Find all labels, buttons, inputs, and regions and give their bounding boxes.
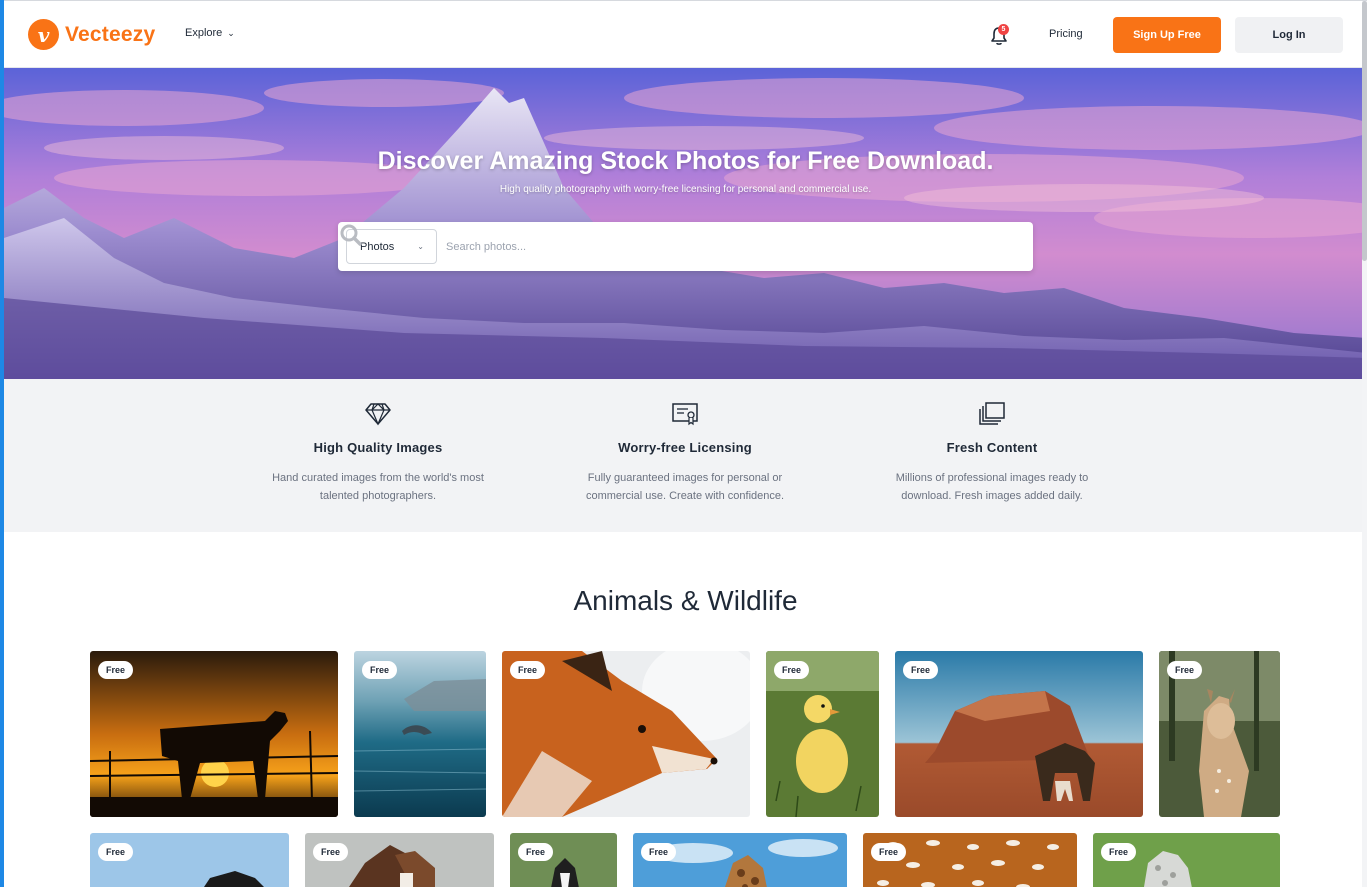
hero-title: Discover Amazing Stock Photos for Free D… <box>377 147 994 175</box>
photo-alpaca[interactable]: Free <box>1093 833 1280 887</box>
photo-dog[interactable]: Free <box>510 833 617 887</box>
page: v Vecteezy Explore ⌄ 5 Pricing Sign Up F… <box>4 0 1367 887</box>
free-badge: Free <box>774 661 810 679</box>
free-badge: Free <box>510 661 546 679</box>
notification-badge: 5 <box>998 24 1009 35</box>
photo-dolphin[interactable]: Free <box>354 651 486 817</box>
chevron-down-icon: ⌄ <box>227 27 235 38</box>
explore-label: Explore <box>185 27 223 39</box>
feature-description: Millions of professional images ready to… <box>895 472 1089 502</box>
logo-letter: v <box>37 22 50 47</box>
certificate-icon <box>672 403 698 426</box>
free-badge: Free <box>313 843 349 861</box>
features-strip: High Quality Images Hand curated images … <box>4 379 1367 532</box>
logo[interactable]: v Vecteezy <box>28 19 155 50</box>
section-title: Animals & Wildlife <box>573 585 798 616</box>
photo-fox[interactable]: Free <box>502 651 750 817</box>
free-badge: Free <box>362 661 398 679</box>
chevron-down-icon: ⌄ <box>417 242 424 251</box>
free-badge: Free <box>871 843 907 861</box>
feature-title: Worry-free Licensing <box>618 440 752 455</box>
feature-description: Hand curated images from the world's mos… <box>272 472 484 502</box>
diamond-icon <box>365 403 391 426</box>
free-badge: Free <box>98 661 134 679</box>
feature-description: Fully guaranteed images for personal or … <box>585 472 785 502</box>
stacked-images-icon <box>979 402 1005 425</box>
photo-deer[interactable]: Free <box>1159 651 1280 817</box>
log-in-button[interactable]: Log In <box>1235 17 1343 53</box>
search-icon[interactable] <box>338 222 364 248</box>
search-bar: Photos ⌄ <box>338 222 1033 271</box>
explore-menu[interactable]: Explore ⌄ <box>185 27 235 39</box>
feature-title: Fresh Content <box>946 440 1038 455</box>
sign-up-button[interactable]: Sign Up Free <box>1113 17 1221 53</box>
photo-deer-fur[interactable]: Free <box>863 833 1077 887</box>
hero-banner: Discover Amazing Stock Photos for Free D… <box>4 68 1367 379</box>
free-badge: Free <box>641 843 677 861</box>
hero-subtitle: High quality photography with worry-free… <box>499 184 872 195</box>
photo-black-cat[interactable]: Free <box>90 833 289 887</box>
logo-text: Vecteezy <box>65 22 156 46</box>
photo-duckling[interactable]: Free <box>766 651 879 817</box>
scrollbar[interactable] <box>1362 1 1367 887</box>
free-badge: Free <box>98 843 134 861</box>
free-badge: Free <box>1101 843 1137 861</box>
pricing-link[interactable]: Pricing <box>1049 28 1083 40</box>
free-badge: Free <box>903 661 939 679</box>
logo-icon: v <box>28 19 59 50</box>
free-badge: Free <box>1167 661 1203 679</box>
photo-cow-sunset[interactable]: Free <box>90 651 338 817</box>
feature-title: High Quality Images <box>313 440 443 455</box>
scrollbar-thumb[interactable] <box>1362 1 1367 261</box>
photo-camels-desert[interactable]: Free <box>895 651 1143 817</box>
search-input[interactable] <box>446 229 986 264</box>
free-badge: Free <box>518 843 554 861</box>
site-header: v Vecteezy Explore ⌄ 5 Pricing Sign Up F… <box>4 1 1367 68</box>
search-category-value: Photos <box>360 240 395 253</box>
photo-giraffe[interactable]: Free <box>633 833 847 887</box>
photo-horses[interactable]: Free <box>305 833 494 887</box>
